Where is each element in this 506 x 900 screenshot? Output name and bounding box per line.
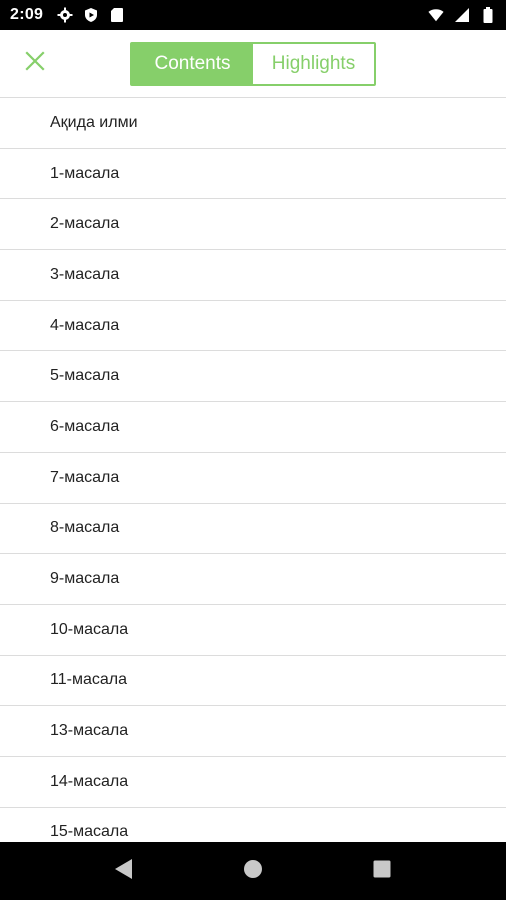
home-button[interactable] [233,851,273,891]
list-item[interactable]: 3-масала [0,250,506,301]
list-item[interactable]: 4-масала [0,301,506,352]
list-item[interactable]: 2-масала [0,199,506,251]
list-item[interactable]: 11-масала [0,656,506,707]
list-item[interactable]: Ақида илми [0,98,506,149]
list-item[interactable]: 6-масала [0,402,506,453]
navigation-bar [0,842,506,900]
home-icon [243,859,263,884]
list-item[interactable]: 9-масала [0,554,506,605]
tab-contents[interactable]: Contents [132,44,253,84]
list-item[interactable]: 8-масала [0,504,506,555]
status-left-icons [57,7,125,23]
list-item[interactable]: 5-масала [0,351,506,403]
status-time: 2:09 [10,6,44,23]
sd-card-icon [109,7,125,23]
status-bar: 2:09 [0,0,506,30]
tab-highlights[interactable]: Highlights [253,44,374,84]
recents-button[interactable] [362,851,402,891]
list-item[interactable]: 14-масала [0,757,506,808]
close-button[interactable] [18,46,52,80]
tab-switcher: Contents Highlights [130,42,376,86]
back-button[interactable] [104,851,144,891]
play-protect-icon [83,7,99,23]
signal-icon [454,7,470,23]
battery-icon [480,7,496,23]
close-icon [25,50,45,76]
settings-icon [57,7,73,23]
list-item[interactable]: 13-масала [0,706,506,757]
contents-list: Ақида илми 1-масала 2-масала 3-масала 4-… [0,98,506,842]
list-item[interactable]: 10-масала [0,605,506,656]
list-item[interactable]: 1-масала [0,149,506,200]
app-header: Contents Highlights [0,30,506,98]
status-right-icons [428,7,496,23]
wifi-icon [428,7,444,23]
back-icon [114,858,134,885]
recents-icon [373,860,391,883]
list-item[interactable]: 7-масала [0,453,506,504]
list-item[interactable]: 15-масала [0,808,506,842]
